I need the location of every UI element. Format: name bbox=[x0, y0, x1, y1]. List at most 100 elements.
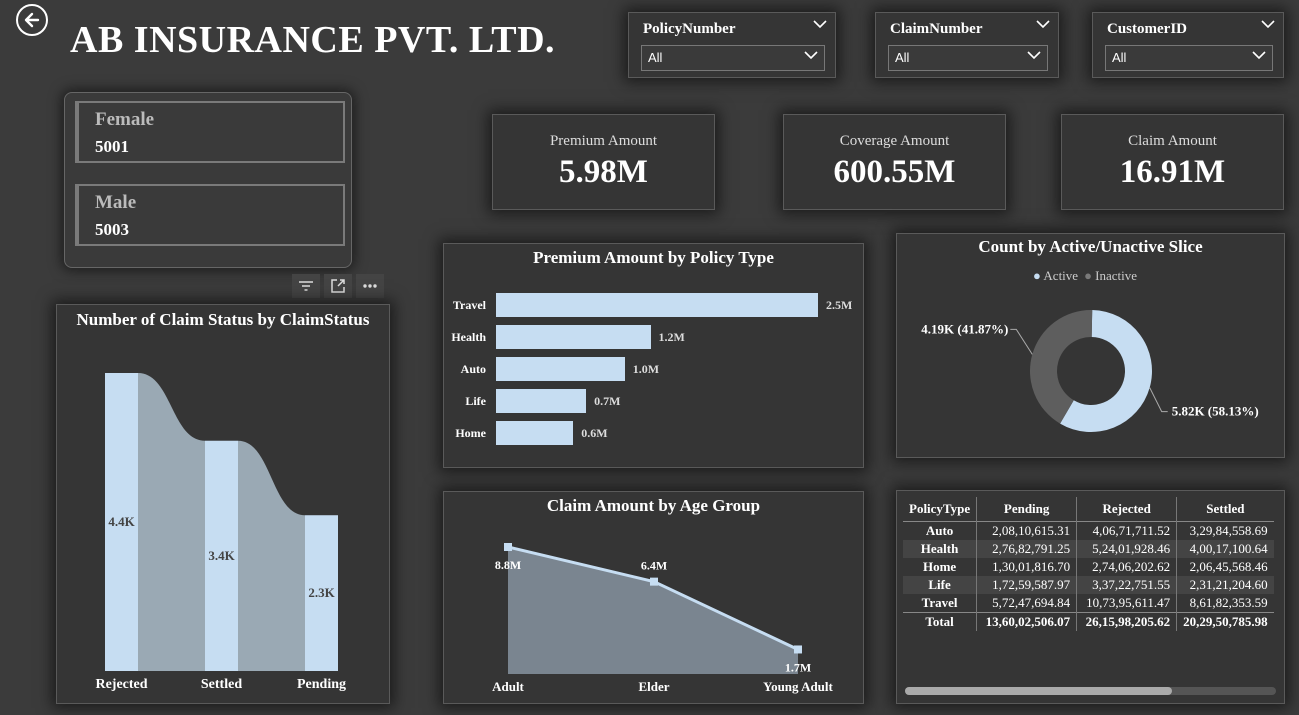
column-header[interactable]: PolicyType bbox=[903, 497, 978, 522]
page-title: AB INSURANCE PVT. LTD. bbox=[70, 19, 556, 61]
slicer-value: All bbox=[648, 50, 663, 65]
slicer-label: CustomerID bbox=[1107, 21, 1187, 37]
table-row[interactable]: Life 1,72,59,587.97 3,37,22,751.55 2,31,21,… bbox=[903, 576, 1274, 594]
male-box[interactable]: Male 5003 bbox=[75, 184, 345, 246]
kpi-value: 5.98M bbox=[559, 154, 648, 190]
donut-svg: 5.82K (58.13%) 4.19K (41.87%) bbox=[921, 310, 1259, 432]
slicer-policy-number[interactable]: PolicyNumber All bbox=[628, 12, 836, 78]
premium-by-policy-chart[interactable]: Premium Amount by Policy Type Travel 2.5M… bbox=[443, 243, 864, 468]
kpi-premium-amount: Premium Amount 5.98M bbox=[492, 114, 715, 210]
table-cell: 8,61,82,353.59 bbox=[1189, 595, 1268, 610]
table-row[interactable]: Travel 5,72,47,694.84 10,73,95,611.47 8,61,… bbox=[903, 594, 1274, 613]
row-header: Home bbox=[903, 558, 978, 576]
table-cell: 20,29,50,785.98 bbox=[1176, 612, 1274, 631]
table-row[interactable]: Home 1,30,01,816.70 2,74,06,202.62 2,06,45,… bbox=[903, 558, 1274, 576]
table-row[interactable]: Auto 2,08,10,615.31 4,06,71,711.52 3,29,84,… bbox=[903, 521, 1274, 540]
table-cell: 2,31,21,204.60 bbox=[1176, 576, 1274, 594]
data-label: 1.7M bbox=[785, 660, 811, 674]
table-cell: 2,76,82,791.25 bbox=[976, 540, 1078, 558]
category-label: Travel bbox=[452, 298, 486, 312]
table-cell: 26,15,98,205.62 bbox=[1076, 612, 1178, 631]
column-header[interactable]: Pending bbox=[976, 497, 1078, 522]
slicer-customer-id[interactable]: CustomerID All bbox=[1092, 12, 1284, 78]
table-cell: 13,60,02,506.07 bbox=[976, 612, 1078, 631]
kpi-claim-amount: Claim Amount 16.91M bbox=[1061, 114, 1284, 210]
slicer-claim-number[interactable]: ClaimNumber All bbox=[875, 12, 1059, 78]
slicer-dropdown[interactable]: All bbox=[1105, 45, 1273, 71]
arrow-left-icon bbox=[24, 12, 40, 28]
scrollbar-thumb[interactable] bbox=[905, 687, 1173, 695]
focus-mode-icon[interactable] bbox=[324, 274, 352, 298]
chevron-down-icon bbox=[804, 51, 818, 60]
active-inactive-chart[interactable]: Count by Active/Unactive Slice ● Active … bbox=[896, 233, 1285, 458]
female-box[interactable]: Female 5001 bbox=[75, 101, 345, 163]
kpi-value: 16.91M bbox=[1119, 154, 1226, 190]
table-cell: 5,72,47,694.84 bbox=[976, 594, 1078, 613]
chevron-down-icon bbox=[1027, 51, 1041, 60]
x-tick-label: Adult bbox=[492, 679, 524, 694]
table-cell: 2,06,45,568.46 bbox=[1189, 559, 1268, 574]
back-button[interactable] bbox=[16, 4, 48, 36]
column-header[interactable]: Rejected bbox=[1076, 497, 1178, 522]
data-label: 5.82K (58.13%) bbox=[1172, 404, 1259, 419]
table-cell: 4,00,17,100.64 bbox=[1176, 540, 1274, 558]
chevron-down-icon[interactable] bbox=[813, 19, 827, 29]
column-header[interactable]: Settled bbox=[1177, 497, 1274, 522]
bar-home[interactable] bbox=[496, 421, 574, 445]
data-label: 2.3K bbox=[308, 585, 335, 600]
row-header: Total bbox=[903, 612, 978, 631]
data-label: 1.0M bbox=[632, 362, 660, 376]
kpi-label: Premium Amount bbox=[549, 133, 658, 149]
x-tick-label: Rejected bbox=[95, 677, 147, 692]
gender-card: Female 5001 Male 5003 bbox=[64, 92, 352, 268]
claim-by-age-chart[interactable]: Claim Amount by Age Group 8.8M Adult 6.4M E… bbox=[443, 491, 864, 704]
data-label: 8.8M bbox=[495, 558, 521, 572]
horizontal-scrollbar[interactable] bbox=[905, 687, 1276, 695]
matrix-table: PolicyType Pending Rejected Settled Auto… bbox=[903, 497, 1274, 631]
table-cell: 1,30,01,816.70 bbox=[976, 558, 1078, 576]
bar-travel[interactable] bbox=[496, 293, 818, 317]
kpi-value: 600.55M bbox=[833, 154, 956, 190]
category-label: Auto bbox=[460, 362, 486, 376]
policy-matrix[interactable]: PolicyType Pending Rejected Settled Auto… bbox=[896, 490, 1285, 704]
table-cell: 3,29,84,558.69 bbox=[1189, 523, 1268, 538]
bar-health[interactable] bbox=[496, 325, 651, 349]
area-chart-svg: 8.8M Adult 6.4M Elder 1.7M Young Adult bbox=[492, 543, 834, 694]
slicer-dropdown[interactable]: All bbox=[641, 45, 825, 71]
data-label: 3.4K bbox=[208, 548, 235, 563]
ribbon-band bbox=[238, 440, 305, 671]
ribbon-band bbox=[138, 373, 205, 671]
visual-toolbar bbox=[292, 274, 384, 298]
data-point bbox=[794, 645, 802, 654]
slicer-label: PolicyNumber bbox=[643, 21, 736, 37]
bar-life[interactable] bbox=[496, 389, 587, 413]
kpi-coverage-amount: Coverage Amount 600.55M bbox=[783, 114, 1006, 210]
row-header: Auto bbox=[903, 521, 978, 540]
kpi-label: Claim Amount bbox=[1128, 133, 1217, 149]
kpi-label: Coverage Amount bbox=[839, 133, 950, 149]
claim-status-chart[interactable]: Number of Claim Status by ClaimStatus 4.… bbox=[56, 304, 390, 704]
data-label: 2.5M bbox=[826, 298, 853, 312]
data-label: 6.4M bbox=[641, 559, 667, 573]
data-point bbox=[504, 543, 512, 551]
table-cell: 2,08,10,615.31 bbox=[976, 521, 1078, 540]
x-tick-label: Young Adult bbox=[763, 679, 833, 694]
slicer-dropdown[interactable]: All bbox=[888, 45, 1048, 71]
data-label: 4.19K (41.87%) bbox=[921, 321, 1008, 336]
table-cell: 10,73,95,611.47 bbox=[1076, 594, 1178, 613]
chevron-down-icon bbox=[1252, 51, 1266, 60]
data-point bbox=[650, 577, 658, 586]
category-label: Home bbox=[455, 426, 486, 440]
category-label: Life bbox=[465, 394, 486, 408]
row-header: Health bbox=[903, 540, 978, 558]
x-tick-label: Elder bbox=[638, 679, 669, 694]
bar-auto[interactable] bbox=[496, 357, 625, 381]
slicer-value: All bbox=[1112, 50, 1127, 65]
row-header: Travel bbox=[903, 594, 978, 613]
more-options-icon[interactable] bbox=[356, 274, 384, 298]
chevron-down-icon[interactable] bbox=[1261, 19, 1275, 29]
filter-icon[interactable] bbox=[292, 274, 320, 298]
chevron-down-icon[interactable] bbox=[1036, 19, 1050, 29]
leader-line bbox=[1149, 387, 1168, 413]
table-row[interactable]: Health 2,76,82,791.25 5,24,01,928.46 4,00,1… bbox=[903, 540, 1274, 558]
